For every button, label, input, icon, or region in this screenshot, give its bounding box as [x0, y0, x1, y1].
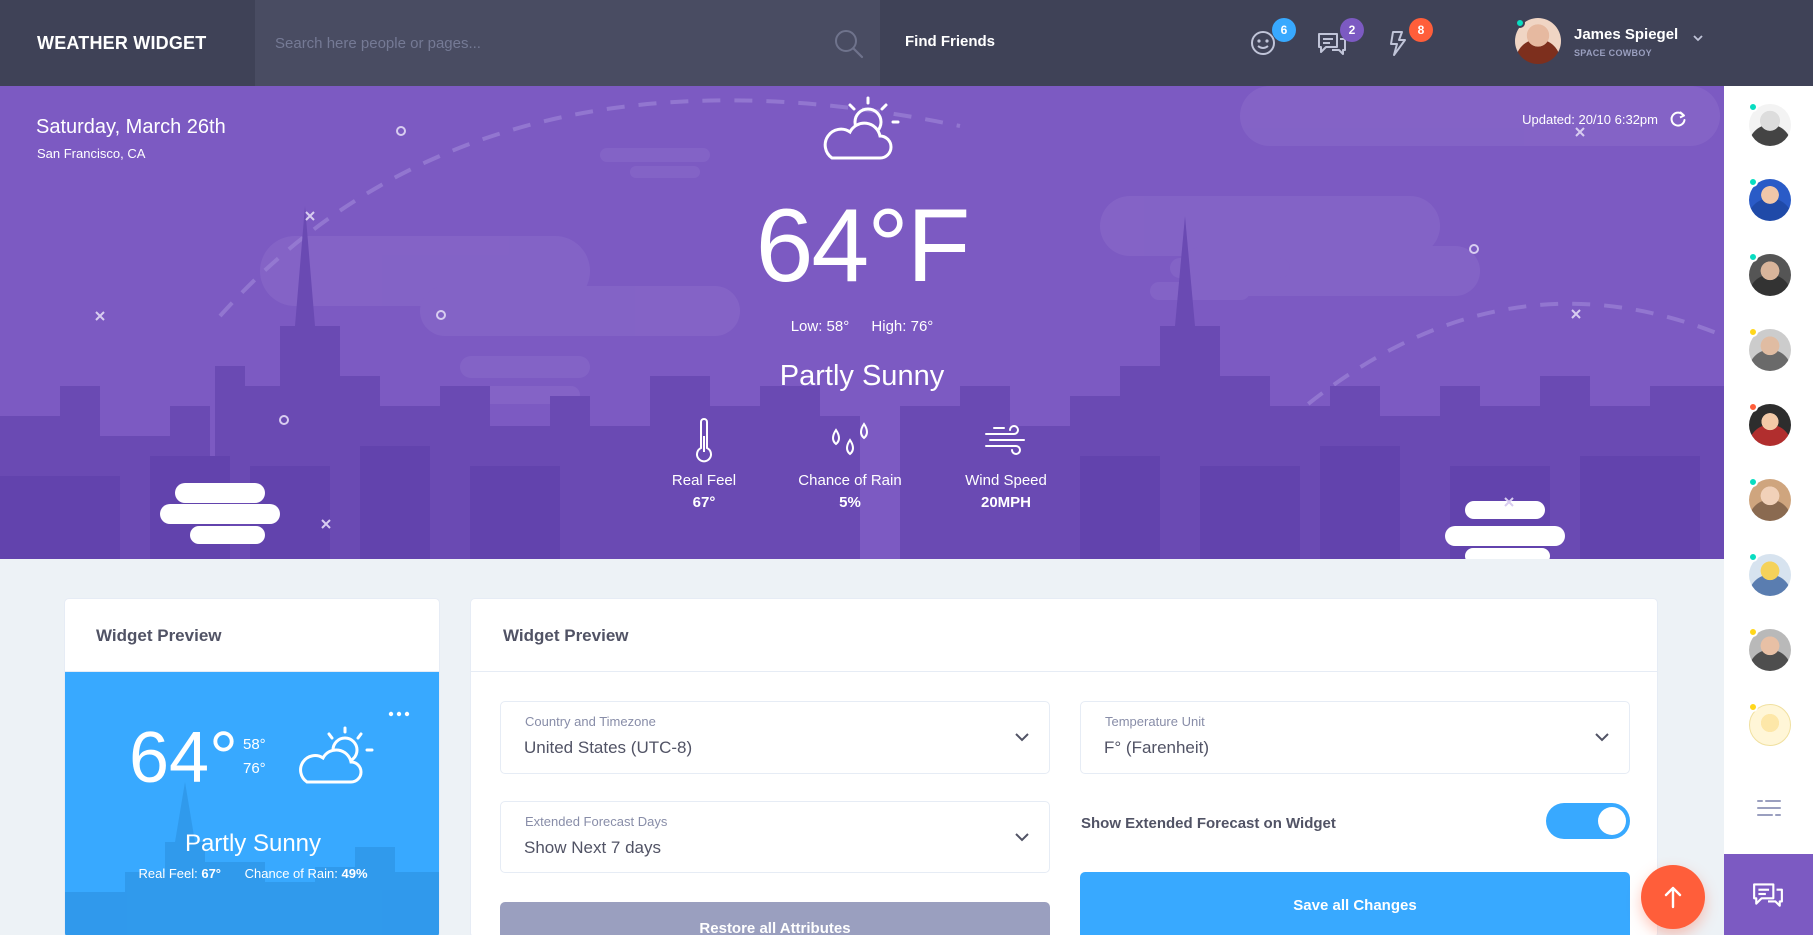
find-friends-link[interactable]: Find Friends	[905, 0, 995, 83]
online-status-indicator	[1748, 552, 1758, 562]
friends-sidebar	[1724, 86, 1813, 935]
messages-badge: 2	[1340, 18, 1364, 42]
widget-condition: Partly Sunny	[184, 830, 322, 857]
online-status-indicator	[1748, 252, 1758, 262]
search-bar	[255, 0, 880, 86]
chance-of-rain-stat: Chance of Rain 5%	[775, 416, 925, 511]
chevron-down-icon	[1015, 833, 1029, 842]
widget-settings-card: Widget Preview Country and Timezone Unit…	[470, 598, 1658, 935]
extended-forecast-days-select[interactable]: Extended Forecast Days Show Next 7 days	[500, 801, 1050, 873]
select-value: Show Next 7 days	[524, 838, 662, 857]
chevron-down-icon	[1015, 733, 1029, 742]
weather-widget-preview: 64° 58° 76° Partly Sunny Real Feel: 67° …	[65, 672, 439, 935]
rain-drops-icon	[832, 422, 868, 456]
widget-temperature: 64°	[129, 718, 238, 798]
extended-forecast-toggle-label: Show Extended Forecast on Widget	[1081, 815, 1336, 832]
messages-button[interactable]: 2	[1316, 18, 1364, 62]
select-label: Extended Forecast Days	[525, 814, 668, 829]
extended-forecast-toggle[interactable]	[1546, 803, 1630, 839]
country-timezone-select[interactable]: Country and Timezone United States (UTC-…	[500, 701, 1050, 774]
widget-preview-card: Widget Preview 64° 58° 76° Partly Sunny …	[64, 598, 440, 935]
chance-of-rain-value: 5%	[839, 494, 861, 511]
notifications-button[interactable]: 8	[1385, 18, 1433, 62]
widget-real-feel: Real Feel: 67°	[138, 866, 221, 881]
widget-high-temperature: 76°	[243, 760, 266, 777]
partly-sunny-icon	[823, 96, 900, 160]
real-feel-label: Real Feel:	[138, 866, 198, 881]
low-high-temperature: Low: 58° High: 76°	[0, 318, 1724, 335]
top-header: WEATHER WIDGET Find Friends 6 2 8	[0, 0, 1813, 86]
current-temperature: 64°F	[755, 188, 971, 304]
last-updated: Updated: 20/10 6:32pm	[1522, 112, 1658, 127]
online-status-indicator	[1515, 18, 1525, 28]
more-options-icon[interactable]	[387, 710, 411, 718]
select-value: F° (Farenheit)	[1104, 738, 1210, 757]
temperature-unit-select[interactable]: Temperature Unit F° (Farenheit)	[1080, 701, 1630, 774]
select-label: Country and Timezone	[525, 714, 656, 729]
card-title: Widget Preview	[471, 599, 1657, 672]
real-feel-value: 67°	[201, 866, 222, 881]
widget-stats: Real Feel: 67° Chance of Rain: 49%	[65, 866, 439, 881]
user-profile-menu[interactable]: James Spiegel SPACE COWBOY	[1515, 16, 1705, 66]
widget-low-temperature: 58°	[243, 736, 266, 753]
toggle-knob	[1598, 807, 1626, 835]
online-status-indicator	[1748, 327, 1758, 337]
wind-speed-stat: Wind Speed 20MPH	[931, 416, 1081, 511]
online-status-indicator	[1748, 477, 1758, 487]
wind-speed-value: 20MPH	[980, 494, 1032, 511]
real-feel-stat: Real Feel 67°	[629, 416, 779, 511]
save-all-changes-button[interactable]: Save all Changes	[1080, 872, 1630, 935]
weather-condition: Partly Sunny	[779, 360, 945, 392]
wind-icon	[985, 425, 1025, 455]
refresh-icon[interactable]	[1669, 110, 1687, 128]
online-status-indicator	[1748, 702, 1758, 712]
high-temperature: High: 76°	[871, 318, 934, 335]
select-label: Temperature Unit	[1105, 714, 1205, 729]
thermometer-icon	[696, 418, 712, 463]
low-temperature: Low: 58°	[790, 318, 850, 335]
card-title: Widget Preview	[65, 599, 439, 672]
menu-lines-icon[interactable]	[1756, 798, 1782, 818]
chat-bubbles-icon	[1753, 883, 1783, 907]
arrow-up-icon	[1664, 886, 1682, 909]
search-icon[interactable]	[833, 28, 865, 60]
notifications-badge: 8	[1409, 18, 1433, 42]
online-status-indicator	[1748, 402, 1758, 412]
wind-speed-label: Wind Speed	[965, 472, 1047, 489]
chevron-down-icon[interactable]	[1692, 32, 1704, 44]
user-name: James Spiegel	[1574, 26, 1679, 43]
search-input[interactable]	[275, 26, 815, 60]
chevron-down-icon	[1595, 733, 1609, 742]
location: San Francisco, CA	[37, 146, 146, 161]
friend-requests-button[interactable]: 6	[1248, 18, 1296, 62]
select-value: United States (UTC-8)	[524, 738, 693, 757]
online-status-indicator	[1748, 102, 1758, 112]
friend-requests-badge: 6	[1272, 18, 1296, 42]
chance-of-rain-value: 49%	[341, 866, 368, 881]
partly-sunny-icon	[299, 726, 374, 784]
real-feel-value: 67°	[692, 494, 716, 511]
open-chat-button[interactable]	[1724, 854, 1813, 935]
chance-of-rain-label: Chance of Rain:	[244, 866, 338, 881]
weather-hero: Saturday, March 26th San Francisco, CA U…	[0, 86, 1724, 559]
brand-title: WEATHER WIDGET	[0, 0, 255, 86]
widget-chance-of-rain: Chance of Rain: 49%	[245, 866, 368, 881]
real-feel-label: Real Feel	[671, 472, 737, 489]
restore-all-attributes-button[interactable]: Restore all Attributes	[500, 902, 1050, 935]
online-status-indicator	[1748, 627, 1758, 637]
city-skyline-background	[65, 782, 439, 935]
chance-of-rain-label: Chance of Rain	[798, 472, 902, 489]
user-subtitle: SPACE COWBOY	[1574, 48, 1652, 58]
online-status-indicator	[1748, 177, 1758, 187]
scroll-to-top-button[interactable]	[1641, 865, 1705, 929]
